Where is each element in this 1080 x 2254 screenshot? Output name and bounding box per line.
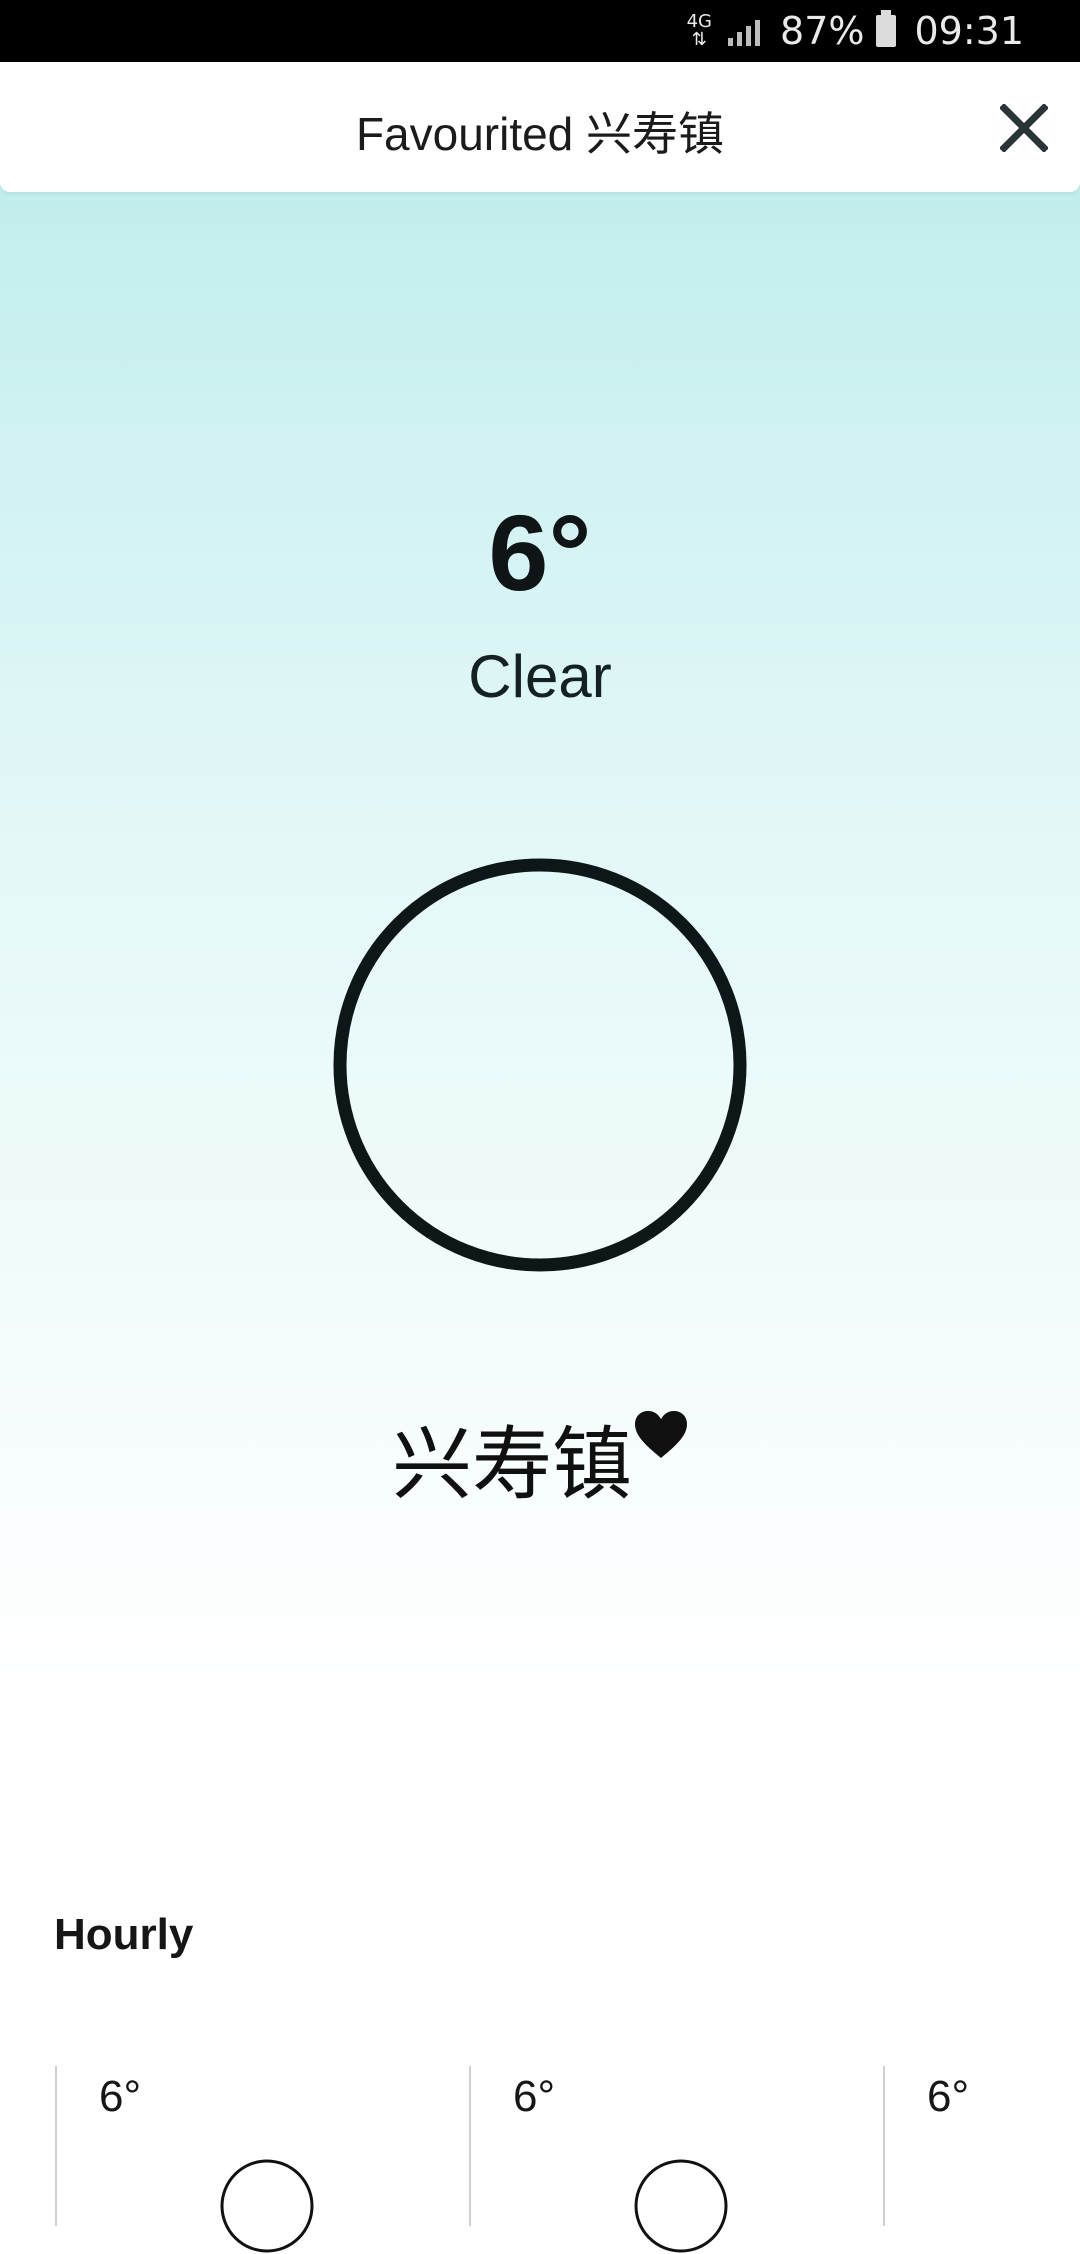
hourly-item[interactable]: 6° [883,2066,1080,2226]
close-icon [1000,104,1048,152]
battery-icon [876,10,897,47]
clear-circle-icon [634,2159,728,2253]
status-bar: 4G ⇅ 87% 09:31 [0,0,1080,62]
clear-circle-icon [333,858,747,1272]
current-condition: Clear [468,643,612,710]
top-bar: Favourited 兴寿镇 [0,62,1080,192]
data-arrows-icon: ⇅ [691,29,707,50]
hourly-temperature: 6° [513,2072,556,2121]
hourly-temperature: 6° [927,2072,970,2121]
battery-percent: 87% [780,9,865,53]
clear-circle-icon [220,2159,314,2253]
top-bar-title: Favourited 兴寿镇 [355,108,725,160]
hourly-temperature: 6° [99,2072,142,2121]
heart-icon[interactable] [634,1410,688,1460]
clock: 09:31 [914,9,1024,53]
status-bar-right: 4G ⇅ 87% 09:31 [687,0,1024,62]
location-name: 兴寿镇 [392,1418,632,1511]
location-row: 兴寿镇 [0,1400,1080,1516]
hourly-item[interactable]: 6° [469,2066,885,2253]
network-indicator: 4G ⇅ [687,13,712,49]
hourly-item[interactable]: 6° [55,2066,471,2253]
current-temperature: 6° [488,492,592,613]
close-button[interactable] [988,92,1060,164]
signal-icon [728,16,761,46]
hourly-title: Hourly [54,1910,194,1959]
